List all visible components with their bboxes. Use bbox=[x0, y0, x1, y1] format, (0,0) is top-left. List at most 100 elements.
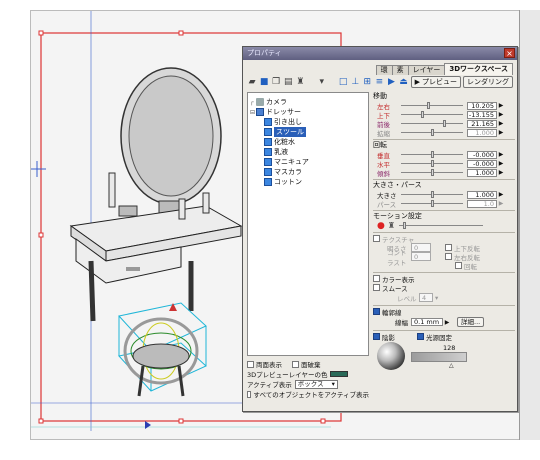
lr-value[interactable]: 10.205 bbox=[467, 101, 497, 110]
scale-value[interactable]: 1.000 bbox=[467, 128, 497, 137]
scale-slider[interactable] bbox=[401, 129, 463, 136]
flip-h-checkbox[interactable] bbox=[445, 253, 452, 260]
tab-environment[interactable]: 環 bbox=[375, 65, 393, 75]
perspective-value[interactable]: 1.0 bbox=[467, 199, 497, 208]
rotate-tex-label: 回転 bbox=[464, 262, 477, 271]
open-folder-icon[interactable]: ▰ bbox=[247, 77, 257, 88]
perspective-slider[interactable] bbox=[401, 200, 463, 207]
texture-checkbox[interactable] bbox=[373, 235, 380, 242]
hide-back-checkbox[interactable] bbox=[292, 360, 299, 368]
lr-slider[interactable] bbox=[401, 102, 463, 109]
arrow-right-icon[interactable]: ▶ bbox=[497, 151, 505, 158]
new-object-icon[interactable]: □ bbox=[338, 77, 348, 88]
brightness-input[interactable]: 0 bbox=[411, 243, 431, 252]
fb-slider[interactable] bbox=[401, 120, 463, 127]
arrow-right-icon[interactable]: ▶ bbox=[443, 319, 451, 326]
size-value[interactable]: 1.000 bbox=[467, 190, 497, 199]
horizontal-slider[interactable] bbox=[401, 160, 463, 167]
vertical-slider[interactable] bbox=[401, 151, 463, 158]
tree-item-camera[interactable]: ┌ カメラ bbox=[250, 97, 366, 107]
shadow-gradient-bar[interactable] bbox=[411, 352, 467, 362]
size-slider[interactable] bbox=[401, 191, 463, 198]
tab-3d-workspace[interactable]: 3Dワークスペース bbox=[444, 63, 513, 75]
dropdown-arrow-icon[interactable]: ▾ bbox=[317, 77, 327, 88]
play-icon[interactable]: ▶ bbox=[386, 77, 396, 88]
tree-item-dresser[interactable]: ⊟ ドレッサー bbox=[250, 107, 366, 117]
save-icon[interactable]: ■ bbox=[259, 77, 269, 88]
smooth-level-label: レベル bbox=[397, 294, 417, 303]
smooth-level-input[interactable]: 4 bbox=[419, 293, 433, 302]
tab-layer[interactable]: レイヤー bbox=[407, 65, 446, 75]
arrow-right-icon[interactable]: ▶ bbox=[497, 191, 505, 198]
active-display-select[interactable]: ボックス ▾ bbox=[294, 379, 338, 389]
tree-item-drawer[interactable]: 引き出し bbox=[250, 117, 366, 127]
copy-icon[interactable]: ❐ bbox=[271, 77, 281, 88]
preview-color-swatch[interactable] bbox=[330, 371, 349, 377]
active-display-value: ボックス bbox=[297, 380, 324, 388]
triangle-up-icon[interactable]: △ bbox=[449, 362, 467, 369]
flip-v-checkbox[interactable] bbox=[445, 244, 452, 251]
close-button[interactable]: × bbox=[504, 48, 515, 58]
eject-icon[interactable]: ⏏ bbox=[399, 77, 409, 88]
shadow-checkbox[interactable] bbox=[373, 333, 380, 340]
light-sphere-preview[interactable] bbox=[377, 342, 405, 370]
arrow-right-icon[interactable]: ▶ bbox=[497, 111, 505, 118]
tilt-slider[interactable] bbox=[401, 169, 463, 176]
smooth-row: スムース bbox=[373, 283, 515, 293]
color-display-checkbox[interactable] bbox=[373, 275, 380, 282]
arrow-down-icon[interactable]: ▾ bbox=[435, 294, 438, 302]
arrow-right-icon[interactable]: ▶ bbox=[497, 102, 505, 109]
tree-item-label: マスカラ bbox=[274, 168, 302, 176]
render-button[interactable]: レンダリング bbox=[462, 76, 513, 88]
grid-icon[interactable]: ⊞ bbox=[362, 77, 372, 88]
two-sided-checkbox[interactable] bbox=[247, 360, 254, 368]
tree-item-manicure[interactable]: マニキュア bbox=[250, 157, 366, 167]
tree-item-mascara[interactable]: マスカラ bbox=[250, 167, 366, 177]
light-fixed-checkbox[interactable] bbox=[417, 333, 424, 340]
arrow-right-icon[interactable]: ▶ bbox=[497, 129, 505, 136]
record-icon[interactable]: ● bbox=[377, 221, 385, 231]
list-icon[interactable]: ≡ bbox=[374, 77, 384, 88]
canvas-scrollbar[interactable] bbox=[519, 10, 540, 440]
object-tree[interactable]: ┌ カメラ ⊟ ドレッサー 引き出し スツール 化粧水 乳液 マニキュア マスカ… bbox=[247, 92, 369, 356]
move-row-scale: 拡縮 1.000 ▶ bbox=[377, 128, 515, 138]
panel-toolbar: ▰ ■ ❐ ▤ ♜ ▾ □ ⊥ ⊞ ≡ ▶ ⏏ ▶ プレビュー レンダリング bbox=[247, 75, 513, 89]
tilt-value[interactable]: 1.000 bbox=[467, 168, 497, 177]
smooth-label: スムース bbox=[382, 284, 408, 293]
rotate-row-tilt: 傾斜 1.000 ▶ bbox=[377, 168, 515, 178]
rotate-row-vertical: 垂直 -0.000 ▶ bbox=[377, 150, 515, 160]
arrow-right-icon[interactable]: ▶ bbox=[497, 169, 505, 176]
tree-item-milk[interactable]: 乳液 bbox=[250, 147, 366, 157]
rotate-tex-checkbox[interactable] bbox=[455, 262, 462, 269]
fb-value[interactable]: 21.165 bbox=[467, 119, 497, 128]
motion-slider[interactable] bbox=[399, 222, 484, 229]
chevron-down-icon: ▾ bbox=[331, 380, 335, 388]
panel-titlebar[interactable]: プロパティ × bbox=[243, 47, 517, 60]
all-objects-label: すべてのオブジェクトをアクティブ表示 bbox=[253, 391, 369, 399]
vertical-value[interactable]: -0.000 bbox=[467, 150, 497, 159]
arrow-right-icon[interactable]: ▶ bbox=[497, 160, 505, 167]
paste-icon[interactable]: ▤ bbox=[283, 77, 293, 88]
arrow-right-icon[interactable]: ▶ bbox=[497, 120, 505, 127]
smooth-checkbox[interactable] bbox=[373, 284, 380, 291]
tree-item-cotton[interactable]: コットン bbox=[250, 177, 366, 187]
tree-item-label: 引き出し bbox=[274, 118, 302, 126]
contrast-input[interactable]: 0 bbox=[411, 252, 431, 261]
tree-item-stool[interactable]: スツール bbox=[250, 127, 366, 137]
ud-value[interactable]: -13.155 bbox=[467, 110, 497, 119]
all-objects-checkbox[interactable] bbox=[247, 390, 252, 398]
horizontal-value[interactable]: -0.000 bbox=[467, 159, 497, 168]
lines-checkbox[interactable] bbox=[373, 308, 380, 315]
ud-slider[interactable] bbox=[401, 111, 463, 118]
arrow-right-icon[interactable]: ▶ bbox=[497, 200, 505, 207]
trash-icon[interactable]: ♜ bbox=[388, 221, 395, 230]
tree-item-lotion[interactable]: 化粧水 bbox=[250, 137, 366, 147]
line-width-input[interactable]: 0.1 mm bbox=[411, 318, 443, 326]
preview-button[interactable]: ▶ プレビュー bbox=[410, 76, 461, 88]
import-icon[interactable]: ⊥ bbox=[350, 77, 360, 88]
tab-material[interactable]: 素 bbox=[391, 65, 409, 75]
line-detail-button[interactable]: 詳細... bbox=[457, 317, 485, 327]
preview-color-label: 3Dプレビューレイヤーの色 bbox=[247, 371, 328, 379]
panel-title: プロパティ bbox=[247, 49, 282, 57]
trash-icon[interactable]: ♜ bbox=[295, 77, 305, 88]
